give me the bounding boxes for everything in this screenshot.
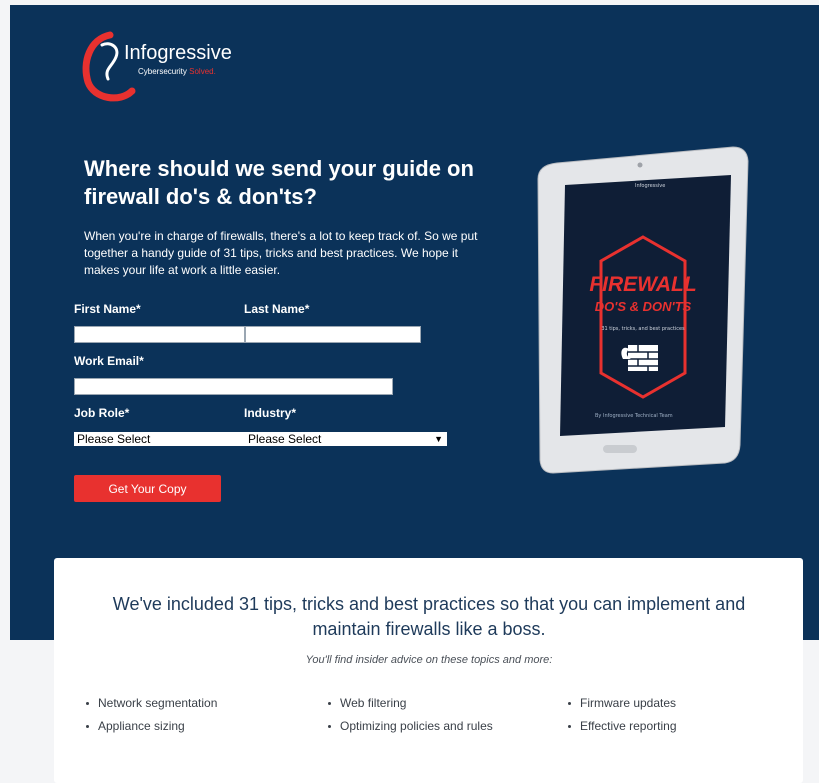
info-card-title: We've included 31 tips, tricks and best …: [112, 594, 746, 639]
work-email-input[interactable]: [74, 378, 393, 395]
list-item: Firmware updates: [566, 692, 677, 715]
industry-select[interactable]: Please Select ▼: [245, 432, 447, 446]
last-name-input[interactable]: [245, 326, 421, 343]
job-role-value: Please Select: [77, 432, 151, 446]
last-name-label: Last Name*: [244, 302, 310, 316]
list-item: Web filtering: [326, 692, 493, 715]
list-item: Appliance sizing: [84, 715, 217, 738]
infogressive-logo[interactable]: Infogressive Cybersecurity Solved.: [80, 27, 280, 107]
industry-label: Industry*: [244, 406, 297, 420]
topics-column-3: Firmware updates Effective reporting: [566, 692, 677, 738]
topics-column-2: Web filtering Optimizing policies and ru…: [326, 692, 493, 738]
job-role-select[interactable]: Please Select: [74, 432, 245, 446]
tablet-cover-title-1: FIREWALL: [589, 273, 696, 296]
chevron-down-icon: ▼: [434, 434, 443, 444]
list-item: Network segmentation: [84, 692, 217, 715]
tagline-suffix: Solved.: [189, 67, 216, 76]
list-item: Optimizing policies and rules: [326, 715, 493, 738]
tablet-cover-title-2: DO'S & DON'TS: [595, 299, 692, 314]
tablet-illustration: Infogressive FIREWALL DO'S & DON'TS 31 t…: [537, 146, 749, 474]
tablet-mockup: Infogressive FIREWALL DO'S & DON'TS 31 t…: [535, 145, 750, 475]
intro-text: When you're in charge of firewalls, ther…: [84, 229, 478, 277]
first-name-input[interactable]: [74, 326, 245, 343]
tablet-cover-subtitle: 31 tips, tricks, and best practices: [601, 326, 685, 332]
logo-swoosh-icon: [82, 31, 136, 102]
job-role-label: Job Role*: [74, 406, 130, 420]
topics-column-1: Network segmentation Appliance sizing: [84, 692, 217, 738]
work-email-label: Work Email*: [74, 354, 144, 368]
hero-section: Infogressive Cybersecurity Solved. Where…: [10, 5, 819, 640]
brand-name: Infogressive: [124, 42, 232, 64]
tablet-cover-brand: Infogressive: [635, 183, 665, 189]
industry-value: Please Select: [248, 432, 322, 446]
tagline-prefix: Cybersecurity: [138, 67, 187, 76]
get-your-copy-button[interactable]: Get Your Copy: [74, 475, 221, 502]
info-card: We've included 31 tips, tricks and best …: [54, 558, 803, 783]
brand-tagline: Cybersecurity Solved.: [138, 67, 216, 76]
page-headline: Where should we send your guide on firew…: [84, 156, 474, 209]
list-item: Effective reporting: [566, 715, 677, 738]
tablet-cover-author: By Infogressive Technical Team: [595, 413, 673, 419]
info-card-subtitle: You'll find insider advice on these topi…: [305, 654, 553, 666]
first-name-label: First Name*: [74, 302, 141, 316]
